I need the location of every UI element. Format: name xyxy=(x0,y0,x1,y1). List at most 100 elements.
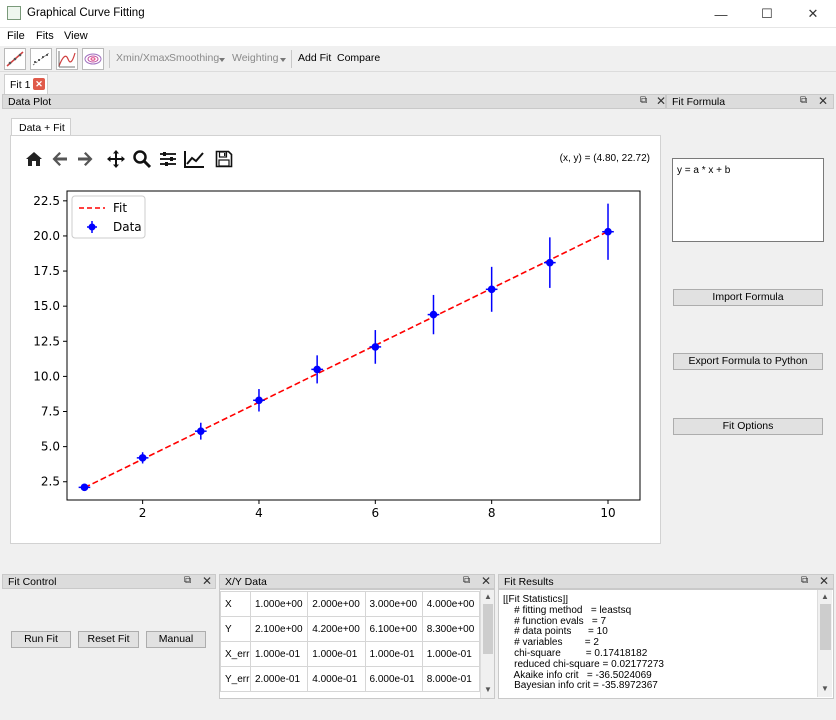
forward-icon[interactable] xyxy=(74,148,96,170)
close-icon[interactable]: ✕ xyxy=(656,94,666,108)
weighting-dropdown[interactable]: Weighting xyxy=(232,52,279,64)
compare-button[interactable]: Compare xyxy=(337,52,380,64)
y-tick-label: 2.5 xyxy=(41,475,60,489)
table-cell[interactable]: 4.200e+00 xyxy=(307,616,366,642)
tab-label: Data + Fit xyxy=(19,122,65,134)
row-header[interactable]: X xyxy=(220,591,251,617)
smoothing-dropdown[interactable]: Smoothing xyxy=(169,52,219,64)
x-tick-label: 4 xyxy=(255,506,263,520)
table-cell[interactable]: 1.000e-01 xyxy=(364,641,423,667)
data-point xyxy=(546,258,554,267)
result-line: reduced chi-square = 0.02177273 xyxy=(503,658,664,670)
dock-title-label: Fit Results xyxy=(504,576,554,588)
toolbar-separator xyxy=(291,50,292,68)
scrollbar-thumb[interactable] xyxy=(820,604,831,650)
tab-data-fit[interactable]: Data + Fit xyxy=(11,118,71,136)
close-icon[interactable]: ✕ xyxy=(481,574,491,588)
float-icon[interactable]: ⧉ xyxy=(184,575,191,586)
reset-fit-button[interactable]: Reset Fit xyxy=(78,631,139,648)
export-formula-button[interactable]: Export Formula to Python xyxy=(673,353,823,370)
curve-icon[interactable] xyxy=(56,48,78,70)
contour-icon[interactable] xyxy=(82,48,104,70)
minimize-button[interactable]: — xyxy=(698,0,744,28)
scrollbar-thumb[interactable] xyxy=(483,604,493,654)
table-cell[interactable]: 1.000e-01 xyxy=(307,641,366,667)
table-cell[interactable]: 4.000e-01 xyxy=(307,666,366,692)
add-fit-button[interactable]: Add Fit xyxy=(298,52,331,64)
table-cell[interactable]: 1.000e+00 xyxy=(249,591,309,617)
dock-title-label: Data Plot xyxy=(8,96,52,108)
data-point xyxy=(80,483,89,492)
x-tick-label: 10 xyxy=(600,506,615,520)
fit-options-button[interactable]: Fit Options xyxy=(673,418,823,435)
y-tick-label: 5.0 xyxy=(41,440,60,454)
table-row: Y_err 2.000e-01 4.000e-01 6.000e-01 8.000e-0… xyxy=(220,666,481,692)
xminmax-button[interactable]: Xmin/Xmax xyxy=(116,52,170,64)
home-icon[interactable] xyxy=(23,148,45,170)
scroll-up-icon[interactable]: ▲ xyxy=(484,592,492,601)
table-row: X_err 1.000e-01 1.000e-01 1.000e-01 1.000e-0… xyxy=(220,641,481,667)
table-cell[interactable]: 1.000e-01 xyxy=(421,641,481,667)
data-point xyxy=(429,310,438,319)
xy-data-table[interactable]: X 1.000e+00 2.000e+00 3.000e+00 4.000e+00 Y 2.… xyxy=(220,591,481,692)
close-button[interactable]: ✕ xyxy=(790,0,836,28)
float-icon[interactable]: ⧉ xyxy=(800,95,807,106)
legend-data-marker xyxy=(88,223,96,231)
xy-data-pane: X 1.000e+00 2.000e+00 3.000e+00 4.000e+00 Y 2.… xyxy=(219,589,495,699)
run-fit-button[interactable]: Run Fit xyxy=(11,631,71,648)
manual-button[interactable]: Manual xyxy=(146,631,206,648)
close-icon[interactable]: ✕ xyxy=(818,94,828,108)
table-cell[interactable]: 2.100e+00 xyxy=(249,616,309,642)
close-icon[interactable]: ✕ xyxy=(819,574,829,588)
formula-editor[interactable]: y = a * x + b xyxy=(672,158,824,242)
row-header[interactable]: Y xyxy=(220,616,251,642)
float-icon[interactable]: ⧉ xyxy=(640,95,647,106)
table-cell[interactable]: 2.000e+00 xyxy=(307,591,366,617)
line-fit-icon[interactable] xyxy=(4,48,26,70)
table-cell[interactable]: 4.000e+00 xyxy=(421,591,481,617)
scroll-up-icon[interactable]: ▲ xyxy=(821,592,829,601)
table-cell[interactable]: 8.300e+00 xyxy=(421,616,481,642)
float-icon[interactable]: ⧉ xyxy=(801,575,808,586)
pan-icon[interactable] xyxy=(105,148,127,170)
table-cell[interactable]: 2.000e-01 xyxy=(249,666,309,692)
subplots-icon[interactable] xyxy=(157,148,179,170)
scatter-icon[interactable] xyxy=(30,48,52,70)
close-icon[interactable]: ✕ xyxy=(33,78,45,90)
result-line: Bayesian info crit = -35.8972367 xyxy=(503,680,658,692)
chevron-down-icon xyxy=(280,58,286,62)
menu-file[interactable]: File xyxy=(7,30,25,42)
data-point xyxy=(487,285,496,294)
fit-results-dock-title: Fit Results ⧉ ✕ xyxy=(498,574,834,589)
document-tab-bar: Fit 1 ✕ xyxy=(0,72,836,94)
table-cell[interactable]: 3.000e+00 xyxy=(364,591,423,617)
float-icon[interactable]: ⧉ xyxy=(463,575,470,586)
table-cell[interactable]: 6.000e-01 xyxy=(364,666,423,692)
maximize-button[interactable]: ☐ xyxy=(744,0,790,28)
vertical-scrollbar[interactable]: ▲ ▼ xyxy=(480,590,494,698)
save-icon[interactable] xyxy=(213,148,235,170)
data-point xyxy=(371,343,380,351)
close-icon[interactable]: ✕ xyxy=(202,574,212,588)
fit-results-text[interactable]: [[Fit Statistics]] # fitting method = le… xyxy=(503,595,815,695)
data-fit-chart[interactable]: 2 4 6 8 10 2.5 5.0 7.5 10.0 12.5 15.0 17.5 20.0 22.5 F… xyxy=(10,180,660,530)
scroll-down-icon[interactable]: ▼ xyxy=(821,684,829,693)
dock-title-label: X/Y Data xyxy=(225,576,267,588)
scroll-down-icon[interactable]: ▼ xyxy=(484,685,492,694)
table-cell[interactable]: 1.000e-01 xyxy=(249,641,309,667)
data-point xyxy=(196,427,205,435)
import-formula-button[interactable]: Import Formula xyxy=(673,289,823,306)
tab-fit-1[interactable]: Fit 1 ✕ xyxy=(4,74,48,94)
table-cell[interactable]: 8.000e-01 xyxy=(421,666,481,692)
back-icon[interactable] xyxy=(49,148,71,170)
formula-text: y = a * x + b xyxy=(677,165,731,176)
axes-edit-icon[interactable] xyxy=(182,148,206,170)
row-header[interactable]: X_err xyxy=(220,641,251,667)
table-cell[interactable]: 6.100e+00 xyxy=(364,616,423,642)
row-header[interactable]: Y_err xyxy=(220,666,251,692)
zoom-icon[interactable] xyxy=(131,148,153,170)
data-point xyxy=(255,396,263,405)
menu-view[interactable]: View xyxy=(64,30,88,42)
vertical-scrollbar[interactable]: ▲ ▼ xyxy=(817,590,832,697)
menu-fits[interactable]: Fits xyxy=(36,30,54,42)
